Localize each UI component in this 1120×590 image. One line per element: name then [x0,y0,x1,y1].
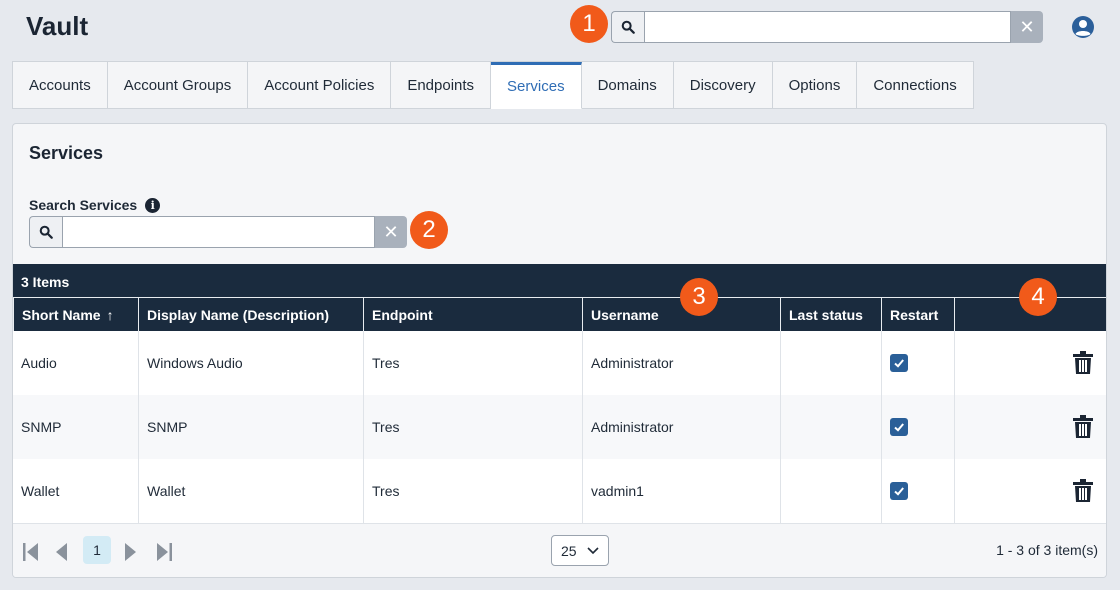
next-page-icon [125,543,136,561]
info-icon[interactable]: i [145,197,161,213]
table-row[interactable]: SNMP SNMP Tres Administrator [13,395,1106,459]
cell-short-name: SNMP [21,419,62,435]
items-count: 3 Items [21,274,70,290]
check-icon [894,359,904,368]
trash-icon[interactable] [1072,479,1094,503]
callout-badge-3: 3 [680,278,718,316]
panel-title: Services [29,143,104,163]
col-short-name[interactable]: Short Name ↑ [13,298,138,331]
cell-actions [954,331,1106,395]
tab-account-groups[interactable]: Account Groups [107,62,249,109]
page-number-current[interactable]: 1 [83,536,111,564]
col-last-status[interactable]: Last status [780,298,881,331]
cell-restart [881,395,954,459]
trash-icon[interactable] [1072,415,1094,439]
cell-endpoint: Tres [363,395,582,459]
cell-display-name: Wallet [138,459,363,523]
cell-actions [954,395,1106,459]
tab-services[interactable]: Services [491,62,582,109]
col-display-name[interactable]: Display Name (Description) [138,298,363,331]
col-restart[interactable]: Restart [881,298,954,331]
grid-header: 3 Items Short Name ↑ Display Name (Descr… [13,264,1106,331]
global-search-button[interactable] [611,11,644,43]
check-icon [894,423,904,432]
search-icon [621,20,635,34]
user-account-icon[interactable] [1071,15,1095,39]
first-page-icon [23,543,38,561]
app-title: Vault [26,11,89,41]
services-search-clear-button[interactable]: ✕ [375,216,407,248]
chevron-down-icon [587,546,599,554]
cell-username: vadmin1 [582,459,780,523]
cell-last-status [780,395,881,459]
services-search: ✕ [29,216,407,248]
col-endpoint[interactable]: Endpoint [363,298,582,331]
main-tabs: Accounts Account Groups Account Policies… [12,61,974,109]
cell-endpoint: Tres [363,331,582,395]
pager-info: 1 - 3 of 3 item(s) [996,542,1098,558]
tab-endpoints[interactable]: Endpoints [391,62,492,109]
search-icon [39,225,53,239]
tab-options[interactable]: Options [772,62,858,109]
tab-accounts[interactable]: Accounts [13,62,108,109]
cell-display-name: Windows Audio [138,331,363,395]
cell-username: Administrator [582,331,780,395]
callout-badge-1: 1 [570,5,608,43]
cell-endpoint: Tres [363,459,582,523]
tab-connections[interactable]: Connections [857,62,974,109]
cell-short-name: Audio [21,355,57,371]
search-services-label-text: Search Services [29,197,138,213]
pager: 1 25 1 - 3 of 3 item(s) [13,523,1106,577]
restart-checkbox[interactable] [890,418,908,436]
global-search: ✕ [611,11,1043,43]
page-size-select[interactable]: 25 [551,535,609,566]
cell-display-name: SNMP [138,395,363,459]
services-search-button[interactable] [29,216,62,248]
restart-checkbox[interactable] [890,482,908,500]
trash-icon[interactable] [1072,351,1094,375]
services-search-input[interactable] [62,216,375,248]
last-page-icon [157,543,172,561]
tab-account-policies[interactable]: Account Policies [248,62,392,109]
tab-domains[interactable]: Domains [581,62,674,109]
previous-page-button[interactable] [53,539,69,565]
previous-page-icon [56,543,67,561]
sort-ascending-icon: ↑ [106,306,114,323]
cell-restart [881,331,954,395]
cell-short-name: Wallet [21,483,60,499]
search-services-label: Search Services i [29,197,161,213]
global-search-input[interactable] [644,11,1011,43]
next-page-button[interactable] [123,539,139,565]
cell-last-status [780,459,881,523]
cell-last-status [780,331,881,395]
first-page-button[interactable] [21,539,41,565]
cell-username: Administrator [582,395,780,459]
cell-restart [881,459,954,523]
callout-badge-4: 4 [1019,278,1057,316]
restart-checkbox[interactable] [890,354,908,372]
callout-badge-2: 2 [410,211,448,249]
cell-actions [954,459,1106,523]
check-icon [894,487,904,496]
tab-discovery[interactable]: Discovery [673,62,773,109]
table-row[interactable]: Audio Windows Audio Tres Administrator [13,331,1106,395]
services-panel: Services Search Services i ✕ 2 3 Items S… [12,123,1107,578]
table-row[interactable]: Wallet Wallet Tres vadmin1 [13,459,1106,523]
last-page-button[interactable] [154,539,174,565]
page-size-value: 25 [561,542,577,559]
global-search-clear-button[interactable]: ✕ [1011,11,1043,43]
